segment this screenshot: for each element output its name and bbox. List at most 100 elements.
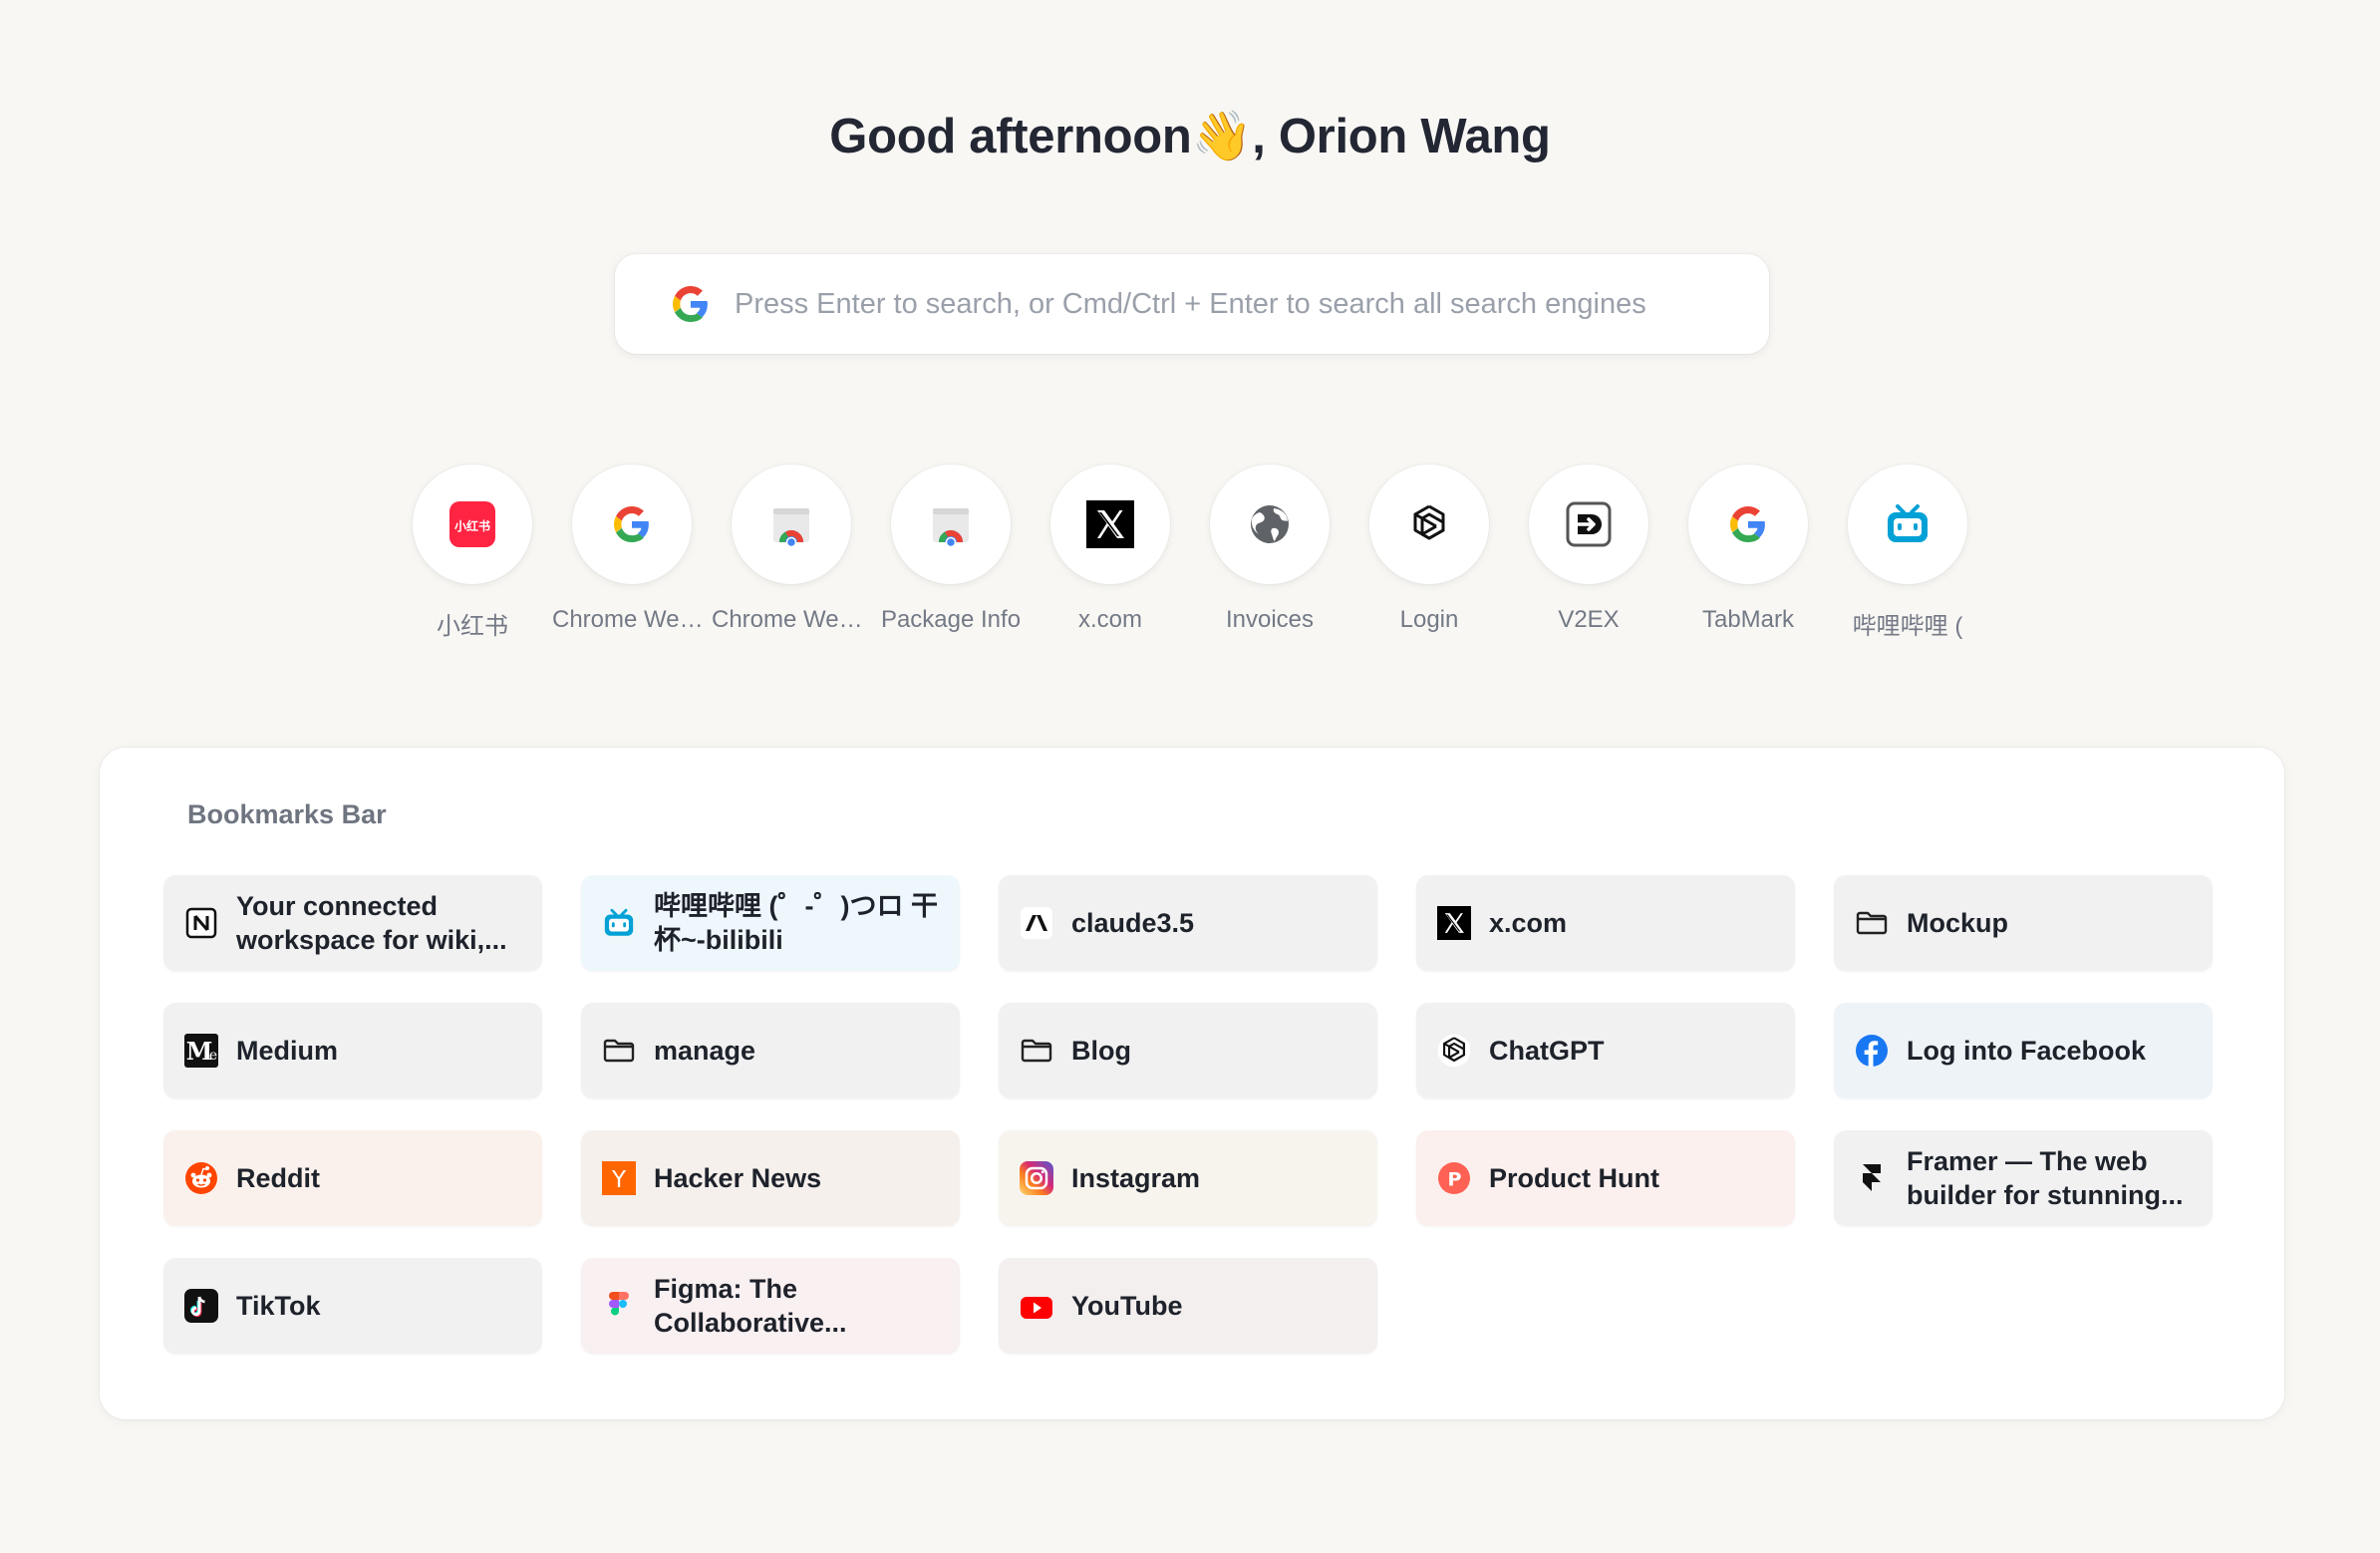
bilibili-icon (1888, 504, 1928, 542)
framer-icon (1855, 1161, 1889, 1195)
bookmark-folder-manage[interactable]: manage (581, 1003, 960, 1098)
bookmark-label: Figma: The Collaborative... (654, 1274, 847, 1338)
shortcut-icon-button[interactable]: 小红书 (413, 465, 532, 584)
shortcut-label: V2EX (1558, 606, 1620, 633)
bookmark-label: Instagram (1071, 1163, 1201, 1193)
x-icon (1437, 906, 1471, 940)
bookmark-folder-mockup[interactable]: Mockup (1834, 875, 2213, 971)
shortcut-label: x.com (1077, 606, 1142, 633)
shortcuts-row: 小红书 小红书 Chrome Web Store (0, 465, 2380, 641)
shortcut-bilibili[interactable]: 哔哩哔哩 ( (1848, 465, 1967, 641)
shortcut-invoices[interactable]: Invoices (1210, 465, 1330, 641)
shortcut-label: Chrome Web Store (712, 606, 871, 633)
figma-icon (602, 1289, 636, 1323)
youtube-icon (1020, 1289, 1053, 1323)
producthunt-icon: P (1437, 1161, 1471, 1195)
shortcut-icon-button[interactable] (1050, 465, 1170, 584)
bookmark-item-bilibili[interactable]: 哔哩哔哩 (゜-゜)つロ 干杯~-bilibili (581, 875, 960, 971)
shortcut-icon-button[interactable] (572, 465, 692, 584)
folder-icon (602, 1034, 636, 1068)
bookmark-label: Reddit (236, 1163, 320, 1193)
xiaohongshu-icon-text: 小红书 (454, 518, 490, 533)
x-icon (1086, 500, 1134, 548)
shortcut-label: 哔哩哔哩 ( (1852, 613, 1963, 640)
bookmark-item-hackernews[interactable]: Y Hacker News (581, 1130, 960, 1226)
shortcut-v2ex[interactable]: V2EX (1529, 465, 1648, 641)
tiktok-icon (184, 1289, 218, 1323)
bookmark-label: 哔哩哔哩 (゜-゜)つロ 干杯~-bilibili (654, 891, 938, 955)
bookmark-item-medium[interactable]: Me Medium (163, 1003, 542, 1098)
google-icon (614, 506, 649, 542)
svg-text:e: e (209, 1048, 217, 1064)
bookmark-label: Medium (236, 1036, 339, 1066)
shortcut-x[interactable]: x.com (1050, 465, 1170, 641)
notion-icon (184, 906, 218, 940)
shortcut-tabmark[interactable]: TabMark (1688, 465, 1808, 641)
shortcut-login[interactable]: Login (1369, 465, 1489, 641)
bookmark-label: Product Hunt (1489, 1163, 1659, 1193)
bookmark-label: x.com (1489, 908, 1568, 938)
shortcut-label: 小红书 (437, 613, 508, 640)
bookmark-item-producthunt[interactable]: P Product Hunt (1416, 1130, 1795, 1226)
shortcut-package-info[interactable]: Package Info (881, 465, 1021, 641)
shortcut-icon-button[interactable] (1848, 465, 1967, 584)
producthunt-icon-text: P (1448, 1169, 1462, 1191)
hackernews-icon-text: Y (611, 1167, 627, 1193)
bookmark-item-framer[interactable]: Framer — The web builder for stunning... (1834, 1130, 2213, 1226)
bilibili-icon (602, 906, 636, 940)
bookmark-folder-blog[interactable]: Blog (999, 1003, 1377, 1098)
bookmark-item-claude[interactable]: claude3.5 (999, 875, 1377, 971)
bookmark-label: manage (654, 1036, 756, 1066)
bookmark-label: claude3.5 (1071, 908, 1195, 938)
xiaohongshu-icon: 小红书 (449, 501, 495, 547)
shortcut-icon-button[interactable] (1210, 465, 1330, 584)
bookmark-label: Blog (1071, 1036, 1131, 1066)
bookmarks-panel: Bookmarks Bar Your connected workspace f… (100, 748, 2284, 1419)
facebook-icon (1855, 1034, 1889, 1068)
bookmark-label: Log into Facebook (1907, 1036, 2146, 1066)
google-icon (673, 286, 708, 322)
bookmark-item-youtube[interactable]: YouTube (999, 1258, 1377, 1354)
hackernews-icon: Y (602, 1161, 636, 1195)
anthropic-icon (1020, 906, 1053, 940)
shortcut-icon-button[interactable] (1529, 465, 1648, 584)
bookmark-item-tiktok[interactable]: TikTok (163, 1258, 542, 1354)
bookmark-label: TikTok (236, 1291, 321, 1321)
shortcut-xiaohongshu[interactable]: 小红书 小红书 (413, 465, 532, 641)
bookmark-item-instagram[interactable]: Instagram (999, 1130, 1377, 1226)
google-icon (1730, 506, 1765, 542)
shortcut-label: Login (1399, 606, 1459, 633)
openai-icon (1413, 504, 1445, 540)
openai-icon (1437, 1034, 1471, 1068)
chrome-webstore-icon (933, 508, 969, 548)
bookmark-label: YouTube (1071, 1291, 1183, 1321)
chrome-webstore-icon (773, 508, 809, 548)
bookmark-item-notion[interactable]: Your connected workspace for wiki,... (163, 875, 542, 971)
shortcut-label: Package Info (880, 606, 1022, 633)
bookmark-item-reddit[interactable]: Reddit (163, 1130, 542, 1226)
bookmark-label: Framer — The web builder for stunning... (1907, 1146, 2184, 1210)
shortcut-chrome-web-store-2[interactable]: Chrome Web Store (712, 465, 871, 641)
v2ex-icon (1566, 501, 1612, 547)
greeting-title: Good afternoon👋, Orion Wang (829, 110, 1551, 163)
bookmark-label: ChatGPT (1489, 1036, 1605, 1066)
search-input[interactable] (735, 287, 1769, 321)
bookmark-item-chatgpt[interactable]: ChatGPT (1416, 1003, 1795, 1098)
bookmark-item-x[interactable]: x.com (1416, 875, 1795, 971)
bookmark-label: Mockup (1907, 908, 2009, 938)
search-bar[interactable] (615, 254, 1769, 354)
shortcut-icon-button[interactable] (1688, 465, 1808, 584)
bookmark-item-facebook[interactable]: Log into Facebook (1834, 1003, 2213, 1098)
globe-icon (1251, 505, 1289, 543)
reddit-icon (184, 1161, 218, 1195)
shortcut-icon-button[interactable] (1369, 465, 1489, 584)
bookmarks-grid: Your connected workspace for wiki,... 哔哩… (163, 875, 2213, 1354)
shortcut-label: Invoices (1225, 606, 1315, 633)
shortcut-icon-button[interactable] (732, 465, 851, 584)
medium-icon: Me (184, 1034, 218, 1068)
shortcut-chrome-web-store[interactable]: Chrome Web Store (552, 465, 712, 641)
bookmark-item-figma[interactable]: Figma: The Collaborative... (581, 1258, 960, 1354)
shortcut-label: Chrome Web Store (552, 606, 712, 633)
shortcut-label: TabMark (1701, 606, 1795, 633)
shortcut-icon-button[interactable] (891, 465, 1011, 584)
